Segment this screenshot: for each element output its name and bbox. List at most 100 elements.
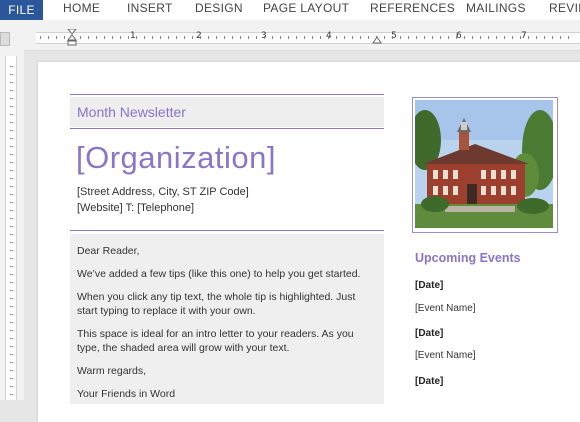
ruler-tick <box>10 178 13 179</box>
ruler-tick <box>544 36 545 39</box>
ruler-tick <box>440 36 441 39</box>
ruler-tick <box>296 36 297 39</box>
ruler-tick <box>320 36 321 39</box>
event-name[interactable]: [Event Name] <box>415 303 476 314</box>
ruler-tick <box>10 74 13 75</box>
newsletter-month[interactable]: Month Newsletter <box>77 104 186 120</box>
ruler-tick <box>10 290 13 291</box>
ruler-tick <box>10 130 13 131</box>
ruler-tick <box>280 36 281 39</box>
ruler-tick <box>464 36 465 39</box>
ruler-tick <box>10 378 13 379</box>
ruler-tick <box>512 36 513 39</box>
upcoming-events-heading[interactable]: Upcoming Events <box>415 251 521 265</box>
ruler-number: 7 <box>521 31 527 41</box>
ruler-tick <box>568 36 569 39</box>
ruler-tick <box>144 36 145 39</box>
ruler-tick <box>10 186 13 187</box>
vertical-ruler[interactable] <box>5 56 17 400</box>
ruler-tick <box>10 226 13 227</box>
letter-greeting[interactable]: Dear Reader, <box>77 244 377 258</box>
ruler-tick <box>10 354 13 355</box>
ruler-tick <box>10 242 13 243</box>
organization-title[interactable]: [Organization] <box>76 140 276 176</box>
ruler-tick <box>10 170 13 171</box>
ruler-tick <box>456 36 457 39</box>
indent-marker-icon[interactable] <box>66 29 80 49</box>
ruler-tick <box>120 36 121 39</box>
ruler-tick <box>10 162 13 163</box>
tab-review[interactable]: REVIEW <box>549 0 580 20</box>
tab-insert[interactable]: INSERT <box>127 0 173 20</box>
right-indent-marker-icon[interactable] <box>372 36 382 44</box>
ruler-tick <box>496 36 497 39</box>
ruler-tick <box>10 154 13 155</box>
ruler-tick <box>352 36 353 39</box>
ruler-tick <box>10 394 13 395</box>
letter-signature[interactable]: Your Friends in Word <box>77 387 377 401</box>
ruler-tick <box>10 298 13 299</box>
ruler-tick <box>400 36 401 39</box>
ruler-tick <box>192 36 193 39</box>
ruler-tick <box>10 386 13 387</box>
address-line[interactable]: [Street Address, City, ST ZIP Code] <box>77 186 249 198</box>
ruler-tick <box>128 36 129 39</box>
event-date[interactable]: [Date] <box>415 328 443 339</box>
ruler-tick <box>10 250 13 251</box>
tab-design[interactable]: DESIGN <box>195 0 243 20</box>
ruler-tick <box>408 36 409 39</box>
ruler-tick <box>10 194 13 195</box>
ruler-tick <box>112 36 113 39</box>
ruler-tick <box>10 282 13 283</box>
ruler-tick <box>504 36 505 39</box>
ruler-tick <box>216 36 217 39</box>
ruler-tick <box>288 36 289 39</box>
divider-line <box>70 230 384 231</box>
ruler-number: 1 <box>130 31 136 41</box>
ruler-tick <box>136 36 137 39</box>
horizontal-ruler[interactable]: 1 2 3 4 5 6 7 <box>36 31 580 44</box>
ruler-tick <box>160 36 161 39</box>
ruler-tick <box>10 114 13 115</box>
ruler-tick <box>48 36 49 39</box>
letter-paragraph[interactable]: This space is ideal for an intro letter … <box>77 327 377 355</box>
ruler-tick <box>200 36 201 39</box>
tab-file[interactable]: FILE <box>0 0 43 20</box>
letter-closing[interactable]: Warm regards, <box>77 364 377 378</box>
ruler-tick <box>184 36 185 39</box>
ruler-tick <box>424 36 425 39</box>
ruler-tick <box>536 36 537 39</box>
ruler-tick <box>10 210 13 211</box>
intro-letter-box <box>70 234 384 404</box>
ruler-tick <box>392 36 393 39</box>
ruler-tick <box>80 36 81 39</box>
school-building-photo[interactable] <box>415 100 553 228</box>
ruler-tick <box>10 314 13 315</box>
tab-references[interactable]: REFERENCES <box>370 0 455 20</box>
ruler-tick <box>448 36 449 39</box>
ruler-tick <box>416 36 417 39</box>
ruler-tick <box>10 330 13 331</box>
tab-mailings[interactable]: MAILINGS <box>466 0 526 20</box>
event-date[interactable]: [Date] <box>415 376 443 387</box>
ruler-tick <box>10 346 13 347</box>
ruler-tick <box>248 36 249 39</box>
event-date[interactable]: [Date] <box>415 280 443 291</box>
ruler-tick <box>10 146 13 147</box>
ruler-tick <box>520 36 521 39</box>
ruler-tick <box>10 370 13 371</box>
ruler-tick <box>56 36 57 39</box>
ruler-tick <box>272 36 273 39</box>
ruler-tick <box>176 36 177 39</box>
ruler-tick <box>232 36 233 39</box>
event-name[interactable]: [Event Name] <box>415 350 476 361</box>
tab-page-layout[interactable]: PAGE LAYOUT <box>263 0 349 20</box>
contact-line[interactable]: [Website] T: [Telephone] <box>77 202 194 214</box>
letter-paragraph[interactable]: When you click any tip text, the whole t… <box>77 290 377 318</box>
letter-paragraph[interactable]: We’ve added a few tips (like this one) t… <box>77 267 377 281</box>
tab-selector[interactable] <box>0 32 10 46</box>
ruler-tick <box>10 234 13 235</box>
ruler-tick <box>264 36 265 39</box>
ruler-tick <box>152 36 153 39</box>
tab-home[interactable]: HOME <box>63 0 100 20</box>
